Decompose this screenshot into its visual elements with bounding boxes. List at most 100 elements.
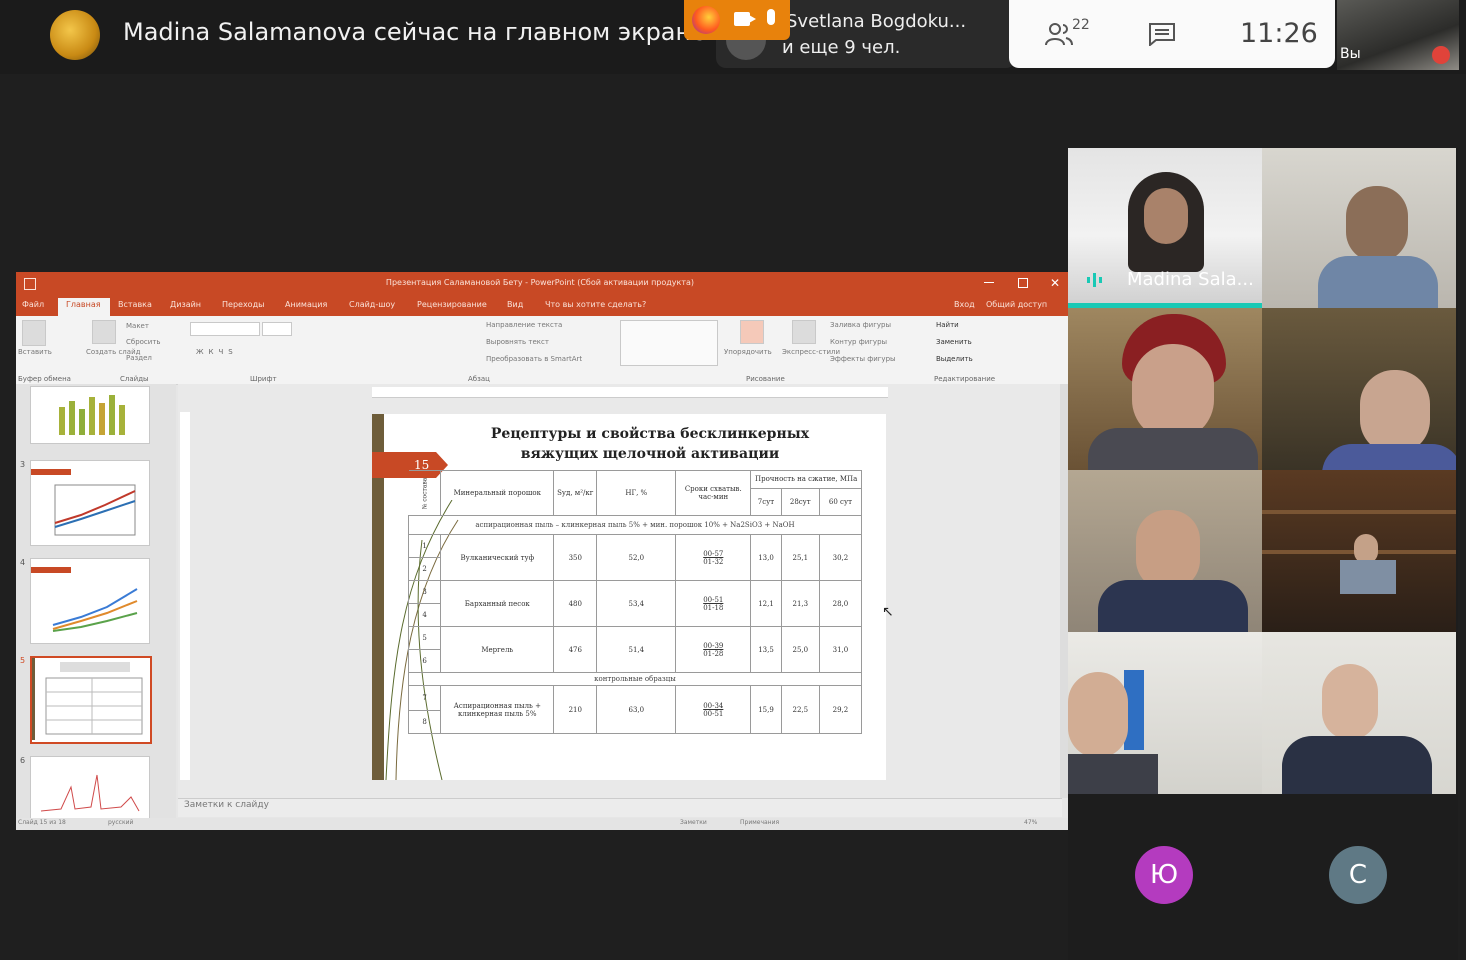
slide-thumbnail-selected[interactable]	[30, 656, 152, 744]
tab-file[interactable]: Файл	[22, 300, 44, 309]
reset-button[interactable]: Сбросить	[126, 338, 161, 346]
setting-top: 00-34	[703, 701, 724, 710]
firefox-icon[interactable]	[692, 6, 720, 34]
text-direction-button[interactable]: Направление текста	[486, 321, 562, 329]
thumb-line-chart	[31, 469, 136, 536]
mic-icon[interactable]	[767, 9, 775, 25]
camera-icon[interactable]	[734, 12, 756, 26]
setting-bottom: 01-32	[703, 557, 724, 566]
select-button[interactable]: Выделить	[936, 355, 973, 363]
slide-thumbnail[interactable]	[30, 460, 150, 546]
video-tile[interactable]	[1262, 308, 1456, 470]
align-text-button[interactable]: Выровнять текст	[486, 338, 549, 346]
find-button[interactable]: Найти	[936, 321, 959, 329]
shape-fill-button[interactable]: Заливка фигуры	[830, 321, 891, 329]
zoom-level[interactable]: 47%	[1024, 819, 1037, 826]
table-cell-s: 210	[553, 685, 598, 734]
table-cell-no: 2	[407, 557, 442, 581]
setting-top: 00-51	[703, 595, 724, 604]
section-button[interactable]: Раздел	[126, 354, 152, 362]
font-size-select[interactable]	[262, 322, 292, 336]
table-cell-60d: 31,0	[818, 626, 863, 673]
tell-me-search[interactable]: Что вы хотите сделать?	[545, 300, 646, 309]
notes-placeholder[interactable]: Заметки к слайду	[184, 800, 269, 810]
participant-avatar[interactable]: С	[1329, 846, 1387, 904]
tab-home[interactable]: Главная	[66, 300, 101, 309]
tab-slideshow[interactable]: Слайд-шоу	[349, 300, 395, 309]
self-label: Вы	[1340, 46, 1361, 62]
video-tile[interactable]	[1262, 148, 1456, 308]
maximize-icon[interactable]	[1018, 278, 1028, 288]
shape-outline-button[interactable]: Контур фигуры	[830, 338, 887, 346]
table-cell-nw: 51,4	[596, 626, 677, 673]
participant-avatar[interactable]: Ю	[1135, 846, 1193, 904]
table-cell-nw: 52,0	[596, 534, 677, 581]
tab-transitions[interactable]: Переходы	[222, 300, 264, 309]
vertical-scrollbar[interactable]	[1060, 384, 1068, 798]
recipe-table: № состава Минеральный порошок Sуд, м²/кг…	[407, 470, 863, 734]
font-format-buttons[interactable]: ЖКЧS	[196, 348, 238, 356]
table-section-title: аспирационная пыль – клинкерная пыль 5% …	[408, 515, 862, 535]
quick-styles-icon[interactable]	[792, 320, 816, 344]
status-language[interactable]: русский	[108, 819, 133, 826]
video-tile[interactable]	[1262, 470, 1456, 632]
replace-button[interactable]: Заменить	[936, 338, 972, 346]
slide-thumbnail[interactable]	[30, 386, 150, 444]
shape-effects-button[interactable]: Эффекты фигуры	[830, 355, 896, 363]
paste-icon[interactable]	[22, 320, 46, 346]
tab-view[interactable]: Вид	[507, 300, 523, 309]
ppt-statusbar	[16, 818, 1068, 830]
video-tile[interactable]	[1068, 632, 1262, 794]
close-icon[interactable]: ✕	[1050, 276, 1060, 290]
ppt-window-title: Презентация Саламановой Бету - PowerPoin…	[385, 278, 695, 287]
table-cell-s: 476	[553, 626, 598, 673]
participants-count: 22	[1072, 17, 1090, 33]
video-tile[interactable]	[1068, 470, 1262, 632]
tab-animation[interactable]: Анимация	[285, 300, 327, 309]
arrange-icon[interactable]	[740, 320, 764, 344]
table-cell-28d: 22,5	[780, 685, 820, 734]
col-header-60d: 60 сут	[818, 487, 863, 517]
speaking-icon	[1087, 273, 1102, 287]
table-cell-s: 480	[553, 580, 598, 627]
status-notes-button[interactable]: Заметки	[680, 819, 707, 826]
font-name-select[interactable]	[190, 322, 260, 336]
arrange-label[interactable]: Упорядочить	[724, 348, 772, 356]
minimize-icon[interactable]	[984, 282, 994, 283]
sign-in-link[interactable]: Вход	[954, 300, 975, 309]
slide-thumbnail[interactable]	[30, 558, 150, 644]
shapes-gallery[interactable]	[620, 320, 718, 366]
table-cell-nw: 63,0	[596, 685, 677, 734]
table-cell-no: 6	[407, 649, 442, 673]
other-participant-name: Svetlana Bogdoku...	[786, 11, 967, 32]
setting-bottom: 01-28	[703, 649, 724, 658]
table-cell-7d: 15,9	[750, 685, 782, 734]
smartart-button[interactable]: Преобразовать в SmartArt	[486, 355, 582, 363]
tab-review[interactable]: Рецензирование	[417, 300, 487, 309]
status-comments-button[interactable]: Примечания	[740, 819, 779, 826]
table-cell-nw: 53,4	[596, 580, 677, 627]
chat-icon[interactable]	[1148, 22, 1176, 46]
tab-design[interactable]: Дизайн	[170, 300, 201, 309]
setting-bottom: 01-18	[703, 603, 724, 612]
video-tile[interactable]	[1068, 308, 1262, 470]
tab-insert[interactable]: Вставка	[118, 300, 152, 309]
col-header-mineral: Минеральный порошок	[440, 470, 555, 516]
thumb-bar-chart	[59, 395, 125, 435]
slide-title-line1: Рецептуры и свойства бесклинкерных	[490, 426, 810, 442]
video-tile[interactable]	[1262, 632, 1456, 794]
paste-label[interactable]: Вставить	[18, 348, 52, 356]
notes-pane[interactable]	[178, 798, 1062, 817]
table-cell-no: 5	[407, 626, 442, 650]
new-slide-icon[interactable]	[92, 320, 116, 344]
people-icon[interactable]	[1044, 20, 1074, 48]
col-header-no-text: № состава	[420, 477, 428, 509]
table-cell-7d: 12,1	[750, 580, 782, 627]
save-icon[interactable]	[24, 278, 36, 290]
layout-button[interactable]: Макет	[126, 322, 149, 330]
slide-thumbnail[interactable]	[30, 756, 150, 820]
share-button[interactable]: Общий доступ	[986, 300, 1047, 309]
setting-top: 00-57	[703, 549, 724, 558]
col-header-setting: Сроки схватыв. час-мин	[675, 470, 752, 516]
table-cell-no: 8	[407, 710, 442, 734]
